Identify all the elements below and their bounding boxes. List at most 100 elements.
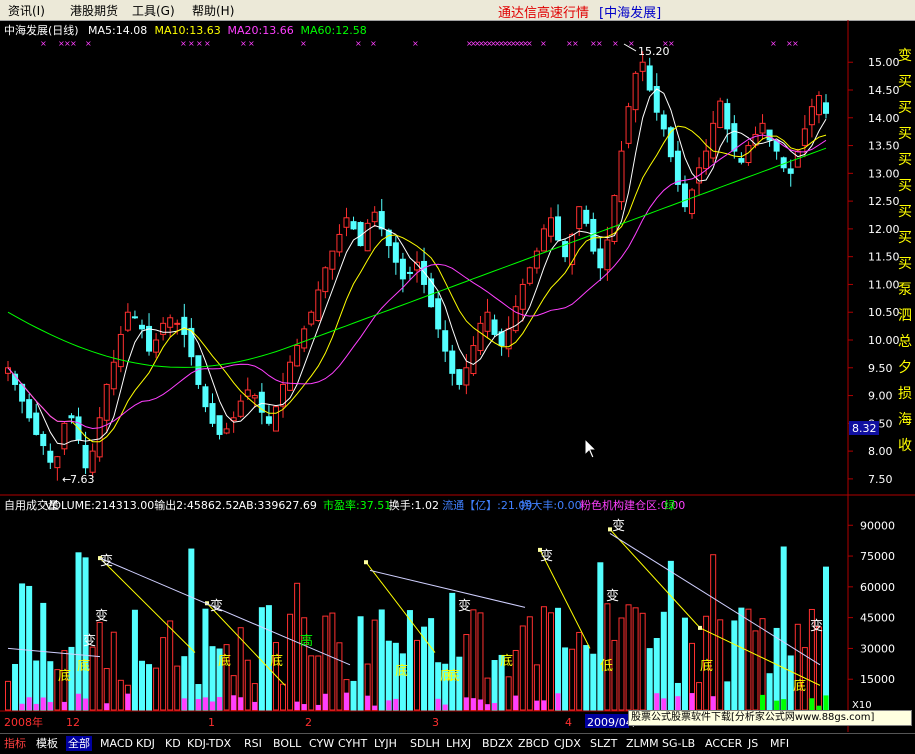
candle-body — [639, 61, 646, 72]
low-label: 7.63 — [70, 473, 95, 486]
right-glyph: 买 — [898, 204, 912, 220]
candle-body — [117, 333, 124, 368]
volume-bar — [604, 603, 611, 711]
candle-body — [689, 189, 696, 215]
tab-kd[interactable]: KD — [163, 736, 183, 751]
signal-x-marker: × — [526, 39, 533, 48]
volume-flag-bar — [231, 695, 237, 710]
volume-flag-bar — [372, 705, 378, 710]
tab-sdlh[interactable]: SDLH — [408, 736, 442, 751]
tab-rsi[interactable]: RSI — [242, 736, 264, 751]
volume-info-4: 市盈率:37.51 — [323, 498, 391, 512]
candle-body — [674, 150, 681, 185]
volume-flag-bar — [774, 700, 780, 710]
volume-bar — [667, 560, 674, 711]
volume-marker: 变 — [83, 633, 96, 649]
tab-sg-lb[interactable]: SG-LB — [660, 736, 697, 751]
candle-body — [759, 122, 766, 134]
volume-flag-bar — [195, 699, 201, 710]
candle-body — [547, 217, 554, 237]
candle-body — [660, 114, 667, 130]
volume-bar — [583, 645, 590, 711]
tab-boll[interactable]: BOLL — [271, 736, 303, 751]
candle-body — [540, 228, 547, 252]
tab-lhxj[interactable]: LHXJ — [444, 736, 473, 751]
volume-info-bar: 自用成交量VOLUME:214313.00 输出2:45862.52 AB:3396… — [4, 498, 685, 512]
right-glyph: 买 — [898, 256, 912, 272]
tab-cyht[interactable]: CYHT — [336, 736, 369, 751]
candle-body — [435, 298, 442, 330]
signal-x-marker: × — [188, 39, 195, 48]
menu-item-news[interactable]: 资讯(I) — [8, 2, 45, 19]
volume-bar — [385, 640, 392, 711]
candle-body — [103, 383, 110, 421]
candle-body — [392, 242, 399, 263]
volume-trend-line — [369, 569, 526, 608]
right-glyph: 损 — [898, 386, 912, 402]
tab-kdj[interactable]: KDJ — [134, 736, 157, 751]
tab-zbcd[interactable]: ZBCD — [516, 736, 551, 751]
volume-flag-bar — [47, 702, 53, 710]
tab-js[interactable]: JS — [746, 736, 760, 751]
tab-slzt[interactable]: SLZT — [588, 736, 619, 751]
signal-x-marker: × — [792, 39, 799, 48]
candlestick-series — [5, 51, 829, 481]
volume-bar — [576, 631, 583, 711]
volume-bar — [646, 648, 653, 711]
tab-mfi[interactable]: MFI — [768, 736, 791, 751]
stock-chart[interactable]: 中海发展(日线) MA5:14.08 MA10:13.63 MA20:13.66 MA… — [0, 20, 915, 733]
tab-kdj-tdx[interactable]: KDJ-TDX — [185, 736, 233, 751]
volume-marker: 变 — [210, 598, 223, 614]
volume-flag-bar — [492, 703, 498, 710]
volume-bar — [421, 626, 428, 711]
signal-x-marker: × — [70, 39, 77, 48]
candle-body — [315, 289, 322, 322]
volume-flag-bar — [675, 696, 681, 710]
candle-body — [618, 150, 625, 203]
volume-marker: 高 — [300, 633, 313, 649]
ma-legend: MA5:14.08 MA10:13.63 MA20:13.66 MA60:12.58 — [88, 24, 367, 37]
tab-zlmm[interactable]: ZLMM — [624, 736, 661, 751]
volume-bar — [188, 548, 195, 711]
volume-marker: 变 — [100, 553, 113, 569]
volume-flag-bar — [76, 693, 82, 710]
price-tick-label: 9.00 — [868, 390, 893, 403]
candle-body — [456, 369, 463, 385]
tab-cyw[interactable]: CYW — [307, 736, 336, 751]
candle-body — [68, 415, 75, 419]
menu-item-hk-futures[interactable]: 港股期货 — [70, 2, 118, 19]
price-tick-label: 15.00 — [868, 56, 900, 69]
volume-marker: 变 — [612, 518, 625, 534]
volume-bar — [19, 583, 26, 711]
volume-bar — [131, 609, 138, 711]
signal-x-marker: × — [370, 39, 377, 48]
volume-bar — [752, 630, 759, 711]
volume-flag-bar — [823, 695, 829, 710]
volume-bar — [569, 648, 576, 711]
tab-bdzx[interactable]: BDZX — [480, 736, 515, 751]
tab-指标[interactable]: 指标 — [2, 736, 28, 751]
menu-item-help[interactable]: 帮助(H) — [192, 2, 234, 19]
volume-flag-bar — [555, 693, 561, 710]
volume-signal-line — [539, 549, 591, 649]
tab-全部[interactable]: 全部 — [66, 736, 92, 751]
volume-info-2: 输出2:45862.52 — [154, 498, 239, 512]
price-tick-label: 14.00 — [868, 112, 900, 125]
ad-banner[interactable]: 股票公式股票软件下载[分析家公式网www.88gs.com] — [628, 710, 912, 726]
tab-cjdx[interactable]: CJDX — [552, 736, 583, 751]
menu-item-tools[interactable]: 工具(G) — [132, 2, 175, 19]
volume-flag-bar — [125, 693, 131, 710]
tab-accer[interactable]: ACCER — [703, 736, 744, 751]
volume-tick-label: 90000 — [860, 519, 895, 532]
tab-模板[interactable]: 模板 — [34, 736, 60, 751]
ma-label-0: MA5:14.08 — [88, 24, 147, 37]
time-label: 12 — [66, 716, 80, 729]
volume-flag-bar — [541, 700, 547, 710]
volume-marker: 底 — [500, 653, 513, 669]
candle-body — [146, 325, 153, 352]
tab-macd[interactable]: MACD — [98, 736, 135, 751]
volume-bar — [773, 627, 780, 711]
volume-bar — [731, 620, 738, 711]
tab-lyjh[interactable]: LYJH — [372, 736, 399, 751]
volume-tick-label: 75000 — [860, 550, 895, 563]
